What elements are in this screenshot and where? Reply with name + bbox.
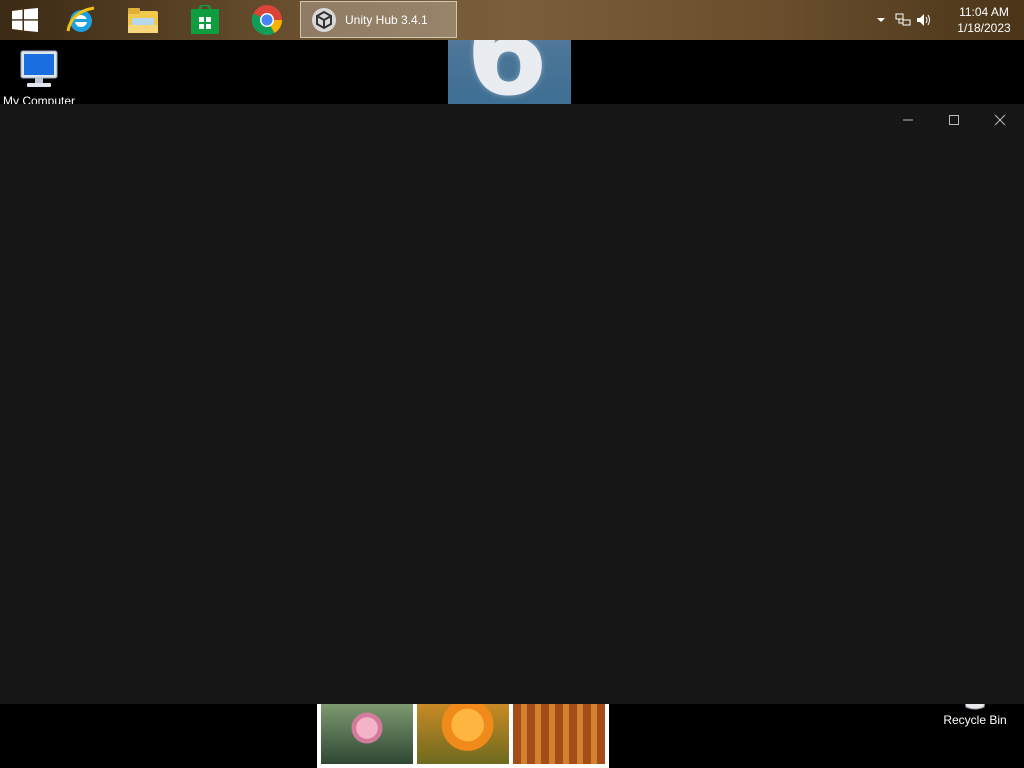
volume-button[interactable] [914, 0, 936, 40]
file-explorer-button[interactable] [119, 0, 167, 40]
show-hidden-icons-button[interactable] [870, 0, 892, 40]
computer-icon [20, 50, 58, 87]
carved-mask-thumbnail [513, 704, 605, 764]
chrome-icon [251, 5, 282, 36]
maximize-icon [949, 115, 959, 125]
system-tray: 11:04 AM 1/18/2023 [870, 0, 1024, 40]
maximize-button[interactable] [931, 104, 977, 136]
clock[interactable]: 11:04 AM 1/18/2023 [944, 4, 1024, 36]
google-chrome-button[interactable] [243, 0, 291, 40]
network-icon [895, 13, 911, 26]
desktop-icon-label: Recycle Bin [943, 713, 1007, 727]
unity-icon [312, 7, 336, 32]
start-button[interactable] [0, 0, 50, 40]
clock-date: 1/18/2023 [957, 21, 1011, 35]
network-button[interactable] [892, 0, 914, 40]
folder-icon [128, 8, 158, 33]
windows-logo-icon [12, 8, 38, 32]
poppy-thumbnail [417, 704, 509, 764]
unity-hub-taskbar-label: Unity Hub 3.4.1 [345, 12, 428, 27]
store-button[interactable] [181, 0, 229, 40]
wallpaper-thumbnails [317, 704, 609, 768]
speaker-icon [917, 14, 930, 26]
clock-time: 11:04 AM [959, 5, 1009, 19]
internet-explorer-icon [66, 6, 95, 32]
lotus-thumbnail [321, 704, 413, 764]
minimize-icon [903, 119, 913, 121]
internet-explorer-button[interactable] [57, 0, 105, 40]
unity-hub-window[interactable] [0, 104, 1024, 704]
unity-hub-taskbar-button[interactable]: Unity Hub 3.4.1 [300, 1, 457, 38]
taskbar: Unity Hub 3.4.1 11:04 AM 1/18/2023 [0, 0, 1024, 40]
chevron-up-icon [877, 18, 885, 22]
close-button[interactable] [977, 104, 1023, 136]
minimize-button[interactable] [885, 104, 931, 136]
close-icon [994, 114, 1006, 126]
store-icon [191, 5, 219, 34]
desktop-icon-my-computer[interactable]: My Computer [2, 48, 76, 108]
